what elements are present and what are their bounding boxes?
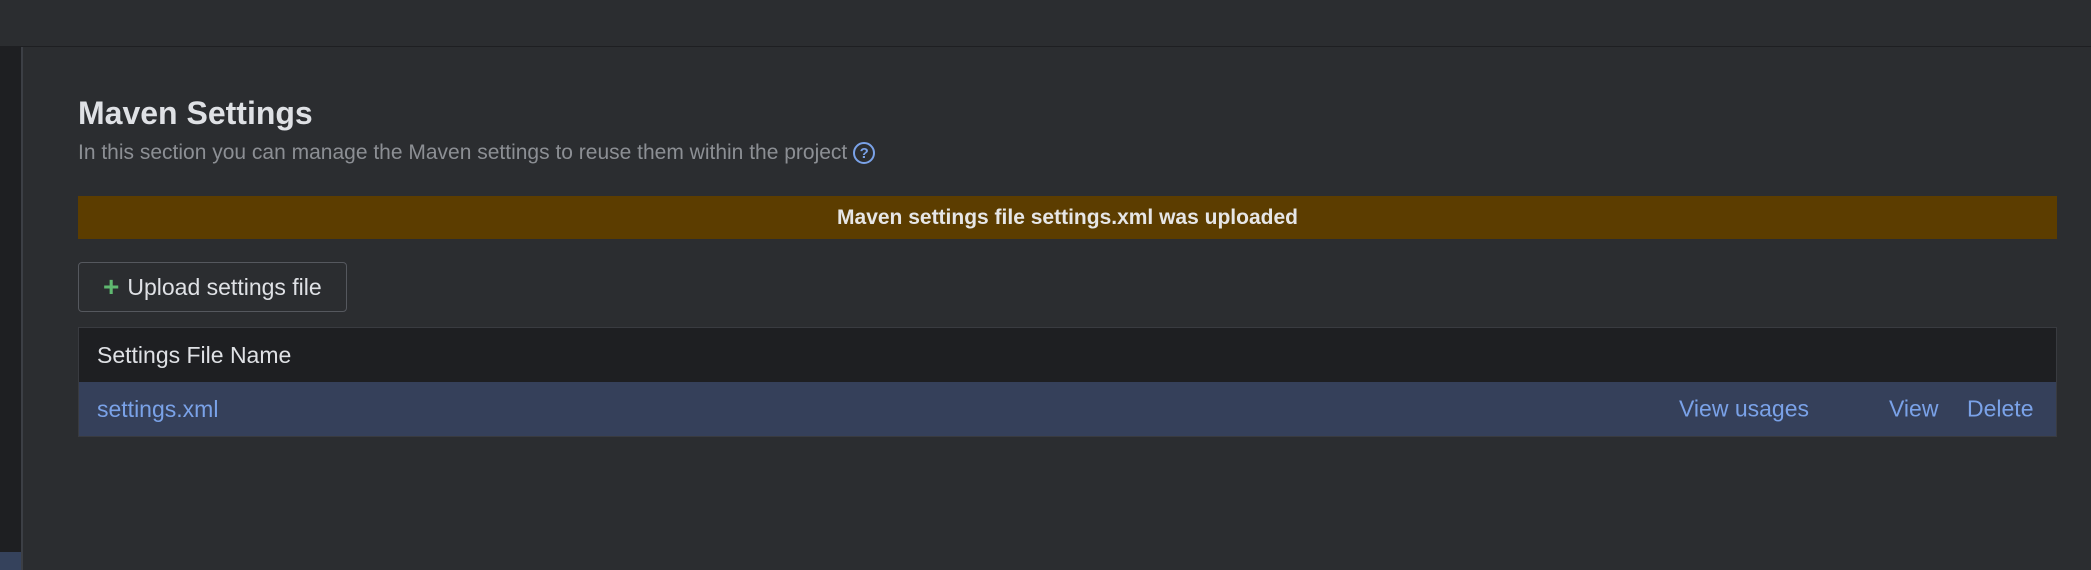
upload-success-banner: Maven settings file settings.xml was upl…	[78, 196, 2057, 239]
delete-link[interactable]: Delete	[1967, 396, 2033, 423]
banner-message: Maven settings file settings.xml was upl…	[837, 205, 1298, 229]
top-toolbar	[0, 0, 2091, 47]
plus-icon: +	[103, 271, 120, 302]
subtitle-text: In this section you can manage the Maven…	[78, 141, 848, 164]
table-row[interactable]: settings.xml View usages View Delete	[79, 382, 2056, 436]
upload-settings-button[interactable]: + Upload settings file	[78, 262, 347, 312]
settings-file-link[interactable]: settings.xml	[97, 396, 218, 423]
main-content: Maven Settings In this section you can m…	[23, 47, 2091, 570]
sidebar-active-indicator	[0, 552, 21, 570]
upload-settings-label: Upload settings file	[127, 273, 322, 300]
column-header-settings-file-name: Settings File Name	[97, 341, 292, 368]
view-link[interactable]: View	[1889, 396, 1938, 423]
settings-table: Settings File Name settings.xml View usa…	[78, 327, 2057, 437]
page-title: Maven Settings	[78, 95, 313, 131]
table-header: Settings File Name	[79, 328, 2056, 382]
page-subtitle: In this section you can manage the Maven…	[78, 141, 876, 165]
left-sidebar	[0, 47, 23, 570]
question-circle-icon[interactable]: ?	[853, 142, 876, 164]
view-usages-link[interactable]: View usages	[1679, 396, 1809, 423]
